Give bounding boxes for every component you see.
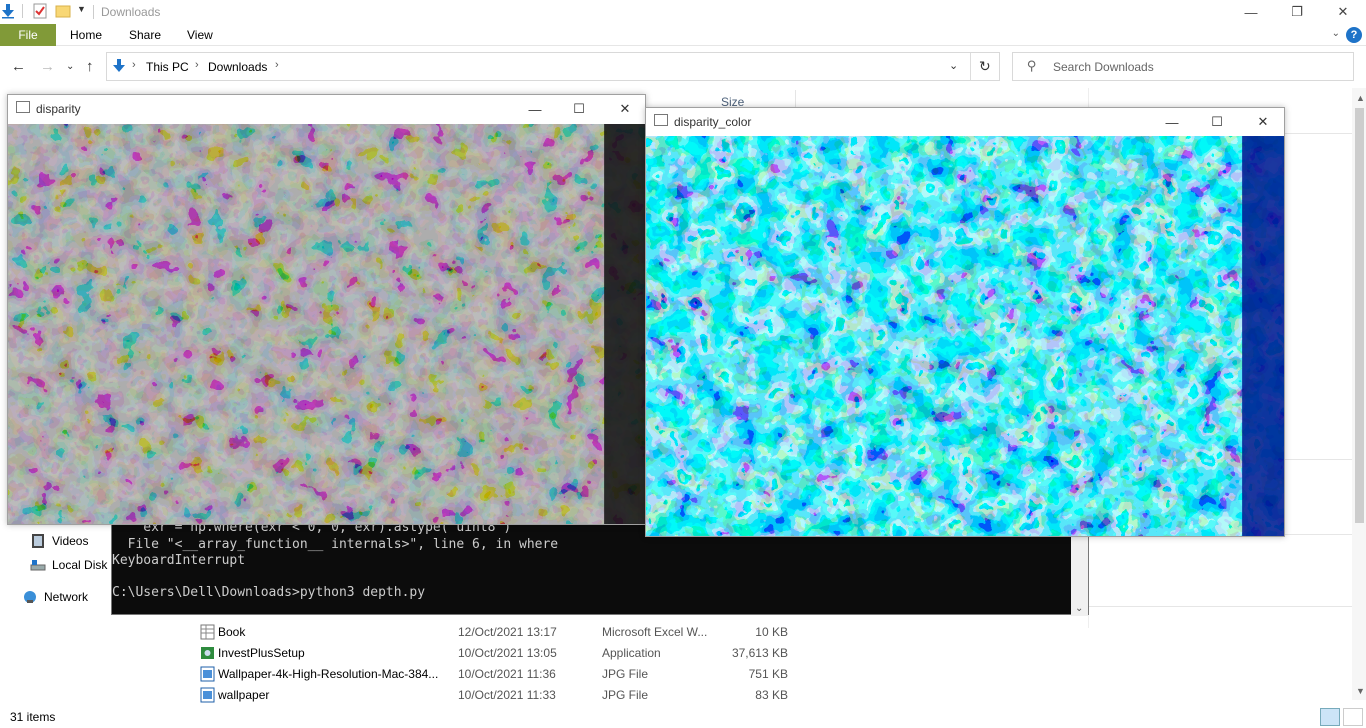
file-date: 10/Oct/2021 13:05 [458, 646, 557, 660]
address-dropdown-icon[interactable]: ⌄ [949, 59, 958, 72]
minimize-button[interactable]: — [1149, 110, 1195, 134]
file-name: Wallpaper-4k-High-Resolution-Mac-384... [218, 667, 439, 681]
minimize-button[interactable]: — [1228, 0, 1274, 24]
breadcrumb-this-pc[interactable]: This PC [146, 60, 189, 74]
ribbon: File Home Share View ⌄ ? [0, 24, 1366, 46]
nav-item-local-disk[interactable]: Local Disk [30, 555, 107, 575]
tab-share[interactable]: Share [129, 24, 161, 46]
file-date: 10/Oct/2021 11:36 [458, 667, 556, 681]
tab-view[interactable]: View [187, 24, 213, 46]
details-view-button[interactable] [1320, 708, 1340, 726]
file-type: Application [602, 646, 661, 660]
file-date: 10/Oct/2021 11:33 [458, 688, 556, 702]
scroll-down-icon[interactable]: ⌄ [1075, 603, 1083, 614]
image-icon [200, 687, 215, 703]
excel-icon [200, 624, 215, 640]
new-folder-icon[interactable] [55, 3, 71, 19]
downloads-folder-icon [113, 59, 125, 72]
explorer-title-bar: ▼ Downloads — ❐ ✕ [0, 0, 1366, 24]
network-icon [24, 591, 36, 603]
scroll-thumb[interactable] [1355, 108, 1364, 523]
forward-button[interactable]: → [40, 58, 55, 75]
tab-file[interactable]: File [0, 24, 56, 46]
maximize-button[interactable]: ❐ [1274, 0, 1320, 24]
window-title: Downloads [101, 5, 161, 19]
nav-item-label: Network [44, 590, 89, 604]
installer-icon [201, 647, 214, 659]
breadcrumb-downloads[interactable]: Downloads [208, 60, 267, 74]
maximize-button[interactable]: ☐ [556, 97, 602, 121]
file-row[interactable]: Wallpaper-4k-High-Resolution-Mac-384... … [193, 664, 813, 685]
minimize-button[interactable]: — [512, 97, 558, 121]
up-button[interactable]: ↑ [86, 58, 94, 75]
downloads-arrow-icon [2, 4, 14, 19]
file-date: 12/Oct/2021 13:17 [458, 625, 557, 639]
close-button[interactable]: ✕ [602, 97, 648, 121]
large-icons-view-button[interactable] [1343, 708, 1363, 726]
disparity-color-image [646, 136, 1284, 536]
nav-item-network[interactable]: Network [22, 587, 88, 607]
recent-locations-button[interactable]: ⌄ [66, 61, 74, 72]
breadcrumb-separator[interactable]: › [132, 59, 136, 71]
file-size: 10 KB [755, 625, 788, 639]
nav-item-videos[interactable]: Videos [30, 531, 88, 551]
file-name: Book [218, 625, 246, 639]
close-button[interactable]: ✕ [1320, 0, 1366, 24]
file-type: JPG File [602, 688, 649, 702]
window-icon [654, 114, 668, 126]
scroll-down-icon[interactable]: ▼ [1356, 686, 1365, 696]
close-button[interactable]: ✕ [1240, 110, 1286, 134]
search-box[interactable]: ⚲ Search Downloads [1012, 52, 1354, 81]
disparity-image [8, 124, 645, 524]
file-type: JPG File [602, 667, 649, 681]
videos-icon [32, 534, 44, 548]
maximize-button[interactable]: ☐ [1194, 110, 1240, 134]
file-row[interactable]: Book 12/Oct/2021 13:17 Microsoft Excel W… [193, 622, 813, 643]
search-icon: ⚲ [1027, 58, 1037, 73]
file-name: wallpaper [218, 688, 270, 702]
help-icon[interactable]: ? [1346, 27, 1362, 43]
window-title: disparity_color [674, 115, 752, 129]
status-item-count: 31 items [10, 710, 56, 724]
local-disk-icon [30, 560, 46, 571]
file-name: InvestPlusSetup [218, 646, 305, 660]
scroll-up-icon[interactable]: ▲ [1356, 93, 1365, 103]
properties-icon[interactable] [32, 3, 48, 19]
refresh-icon[interactable]: ↻ [979, 58, 991, 75]
file-size: 83 KB [755, 688, 788, 702]
nav-item-label: Local Disk [52, 558, 108, 572]
console-line: KeyboardInterrupt [112, 553, 246, 568]
breadcrumb-separator[interactable]: › [275, 59, 279, 71]
search-input[interactable]: Search Downloads [1053, 60, 1154, 74]
nav-item-label: Videos [52, 534, 89, 548]
customize-toolbar-icon[interactable]: ▼ [77, 4, 86, 14]
tab-home[interactable]: Home [70, 24, 102, 46]
breadcrumb-separator[interactable]: › [195, 59, 199, 71]
file-size: 37,613 KB [731, 646, 788, 660]
file-size: 751 KB [748, 667, 788, 681]
address-bar[interactable]: › This PC › Downloads › ⌄ ↻ [106, 52, 1000, 81]
file-row[interactable]: InvestPlusSetup 10/Oct/2021 13:05 Applic… [193, 643, 813, 664]
file-type: Microsoft Excel W... [602, 625, 708, 639]
console-line: C:\Users\Dell\Downloads>python3 depth.py [112, 585, 426, 600]
back-button[interactable]: ← [11, 58, 26, 75]
disparity-window[interactable]: disparity — ☐ ✕ [7, 94, 646, 525]
console-line: File "<__array_function__ internals>", l… [112, 537, 559, 552]
image-icon [200, 666, 215, 682]
window-title: disparity [36, 102, 81, 116]
disparity-color-window[interactable]: disparity_color — ☐ ✕ [645, 107, 1285, 537]
window-icon [16, 101, 30, 113]
expand-ribbon-icon[interactable]: ⌄ [1332, 28, 1340, 39]
file-row[interactable]: wallpaper 10/Oct/2021 11:33 JPG File 83 … [193, 685, 813, 706]
